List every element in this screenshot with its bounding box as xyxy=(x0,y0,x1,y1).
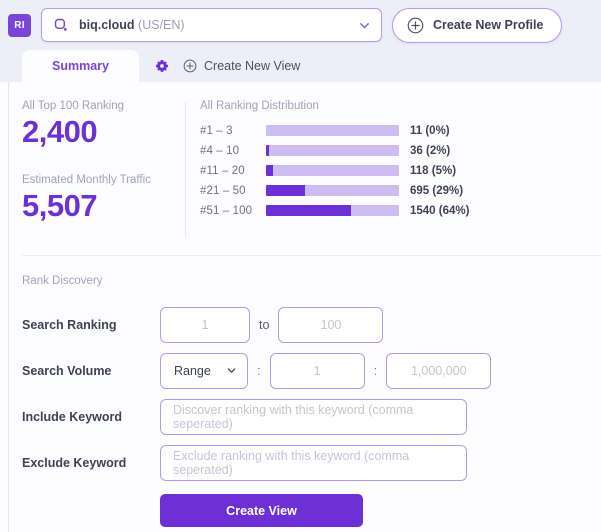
search-volume-separator-1: : xyxy=(257,363,261,378)
tab-strip: Summary Create New View xyxy=(0,50,601,82)
chart-bar-value: 118 (5%) xyxy=(410,164,457,177)
create-new-profile-button[interactable]: Create New Profile xyxy=(392,7,563,43)
include-keyword-row: Include Keyword Discover ranking with th… xyxy=(22,397,601,436)
search-ranking-to-input[interactable]: 100 xyxy=(278,306,384,343)
exclude-keyword-label: Exclude Keyword xyxy=(22,455,127,470)
gear-icon[interactable] xyxy=(155,59,169,73)
include-keyword-input[interactable]: Discover ranking with this keyword (comm… xyxy=(160,398,467,435)
chart-bar-row: #4 – 10 36 (2%) xyxy=(200,141,601,160)
search-volume-row: Search Volume Range : 1 : 1,000,000 xyxy=(22,351,601,390)
chart-bar-row: #21 – 50 695 (29%) xyxy=(200,181,601,200)
search-volume-separator-2: : xyxy=(373,363,378,378)
profile-name-text: biq.cloud (US/EN) xyxy=(79,18,348,32)
stat-value: 2,400 xyxy=(22,114,98,149)
stat-estimated-monthly-traffic: Estimated Monthly Traffic 5,507 xyxy=(22,174,185,226)
chart-bar-label: #11 – 20 xyxy=(200,164,245,177)
chart-bar-track xyxy=(266,165,399,176)
rank-discovery-title: Rank Discovery xyxy=(22,275,103,287)
profile-selector[interactable]: biq.cloud (US/EN) xyxy=(41,8,382,42)
chart-bar-value: 11 (0%) xyxy=(410,124,450,137)
panel-inner: All Top 100 Ranking 2,400 Estimated Mont… xyxy=(8,82,601,532)
search-volume-min-input[interactable]: 1 xyxy=(269,352,365,389)
create-new-profile-label: Create New Profile xyxy=(433,18,544,32)
include-keyword-label: Include Keyword xyxy=(22,409,123,424)
chart-bar-label: #51 – 100 xyxy=(200,204,253,217)
chart-bar-track xyxy=(266,145,399,156)
search-volume-max-input[interactable]: 1,000,000 xyxy=(386,352,492,389)
chart-bar-row: #1 – 3 11 (0%) xyxy=(200,121,601,140)
chart-bar-label: #4 – 10 xyxy=(200,144,240,157)
stats-column: All Top 100 Ranking 2,400 Estimated Mont… xyxy=(9,100,185,245)
create-new-view-tab[interactable]: Create New View xyxy=(183,59,300,73)
create-view-button[interactable]: Create View xyxy=(160,494,363,527)
search-ranking-from-input[interactable]: 1 xyxy=(160,306,250,343)
chevron-down-icon[interactable] xyxy=(358,19,371,32)
chart-bar-fill xyxy=(266,165,273,176)
create-new-view-label: Create New View xyxy=(204,59,301,73)
search-volume-label: Search Volume xyxy=(22,363,112,378)
chart-title: All Ranking Distribution xyxy=(200,100,319,112)
chart-bar-track xyxy=(266,205,399,216)
stat-label: All Top 100 Ranking xyxy=(22,100,125,112)
exclude-keyword-row: Exclude Keyword Exclude ranking with thi… xyxy=(22,443,601,482)
chart-bar-value: 36 (2%) xyxy=(410,144,451,157)
exclude-keyword-input[interactable]: Exclude ranking with this keyword (comma… xyxy=(160,444,467,481)
search-lens-icon xyxy=(54,18,67,31)
chart-bar-value: 695 (29%) xyxy=(410,184,464,197)
plus-circle-icon xyxy=(407,17,424,33)
plus-circle-icon xyxy=(183,59,197,73)
chevron-down-icon xyxy=(227,368,236,373)
tab-tools: Create New View xyxy=(139,50,300,82)
chart-bar-row: #11 – 20 118 (5%) xyxy=(200,161,601,180)
chart-bar-fill xyxy=(266,205,352,216)
stat-value: 5,507 xyxy=(22,187,98,223)
ranking-distribution-chart: All Ranking Distribution #1 – 3 11 (0%) #4… xyxy=(186,100,601,245)
chart-bar-fill xyxy=(266,145,269,156)
rank-discovery-section: Rank Discovery Search Ranking 1 to 100 S… xyxy=(9,256,601,527)
search-ranking-label: Search Ranking xyxy=(22,317,117,332)
search-ranking-separator: to xyxy=(259,317,270,332)
content-panel: All Top 100 Ranking 2,400 Estimated Mont… xyxy=(0,82,601,532)
chart-rows: #1 – 3 11 (0%) #4 – 10 36 (2%) #11 – 20 118 (… xyxy=(200,121,601,220)
stat-label: Estimated Monthly Traffic xyxy=(22,173,151,186)
chart-bar-label: #21 – 50 xyxy=(200,184,246,197)
tab-summary[interactable]: Summary xyxy=(22,50,139,82)
chart-bar-value: 1540 (64%) xyxy=(410,204,470,217)
summary-section: All Top 100 Ranking 2,400 Estimated Mont… xyxy=(9,82,601,245)
app-logo: RI xyxy=(8,13,31,37)
search-volume-mode-select[interactable]: Range xyxy=(160,352,248,389)
chart-bar-row: #51 – 100 1540 (64%) xyxy=(200,201,601,220)
chart-bar-track xyxy=(266,185,399,196)
stat-all-top-100-ranking: All Top 100 Ranking 2,400 xyxy=(22,100,185,152)
chart-bar-fill xyxy=(266,185,305,196)
chart-bar-label: #1 – 3 xyxy=(200,124,233,137)
profile-name: biq.cloud xyxy=(79,18,135,32)
search-ranking-row: Search Ranking 1 to 100 xyxy=(22,305,601,344)
profile-locale: (US/EN) xyxy=(138,18,185,32)
chart-bar-track xyxy=(266,125,399,136)
top-bar: RI biq.cloud (US/EN) Create New Profile xyxy=(0,0,601,50)
search-volume-mode-value: Range xyxy=(174,363,211,378)
